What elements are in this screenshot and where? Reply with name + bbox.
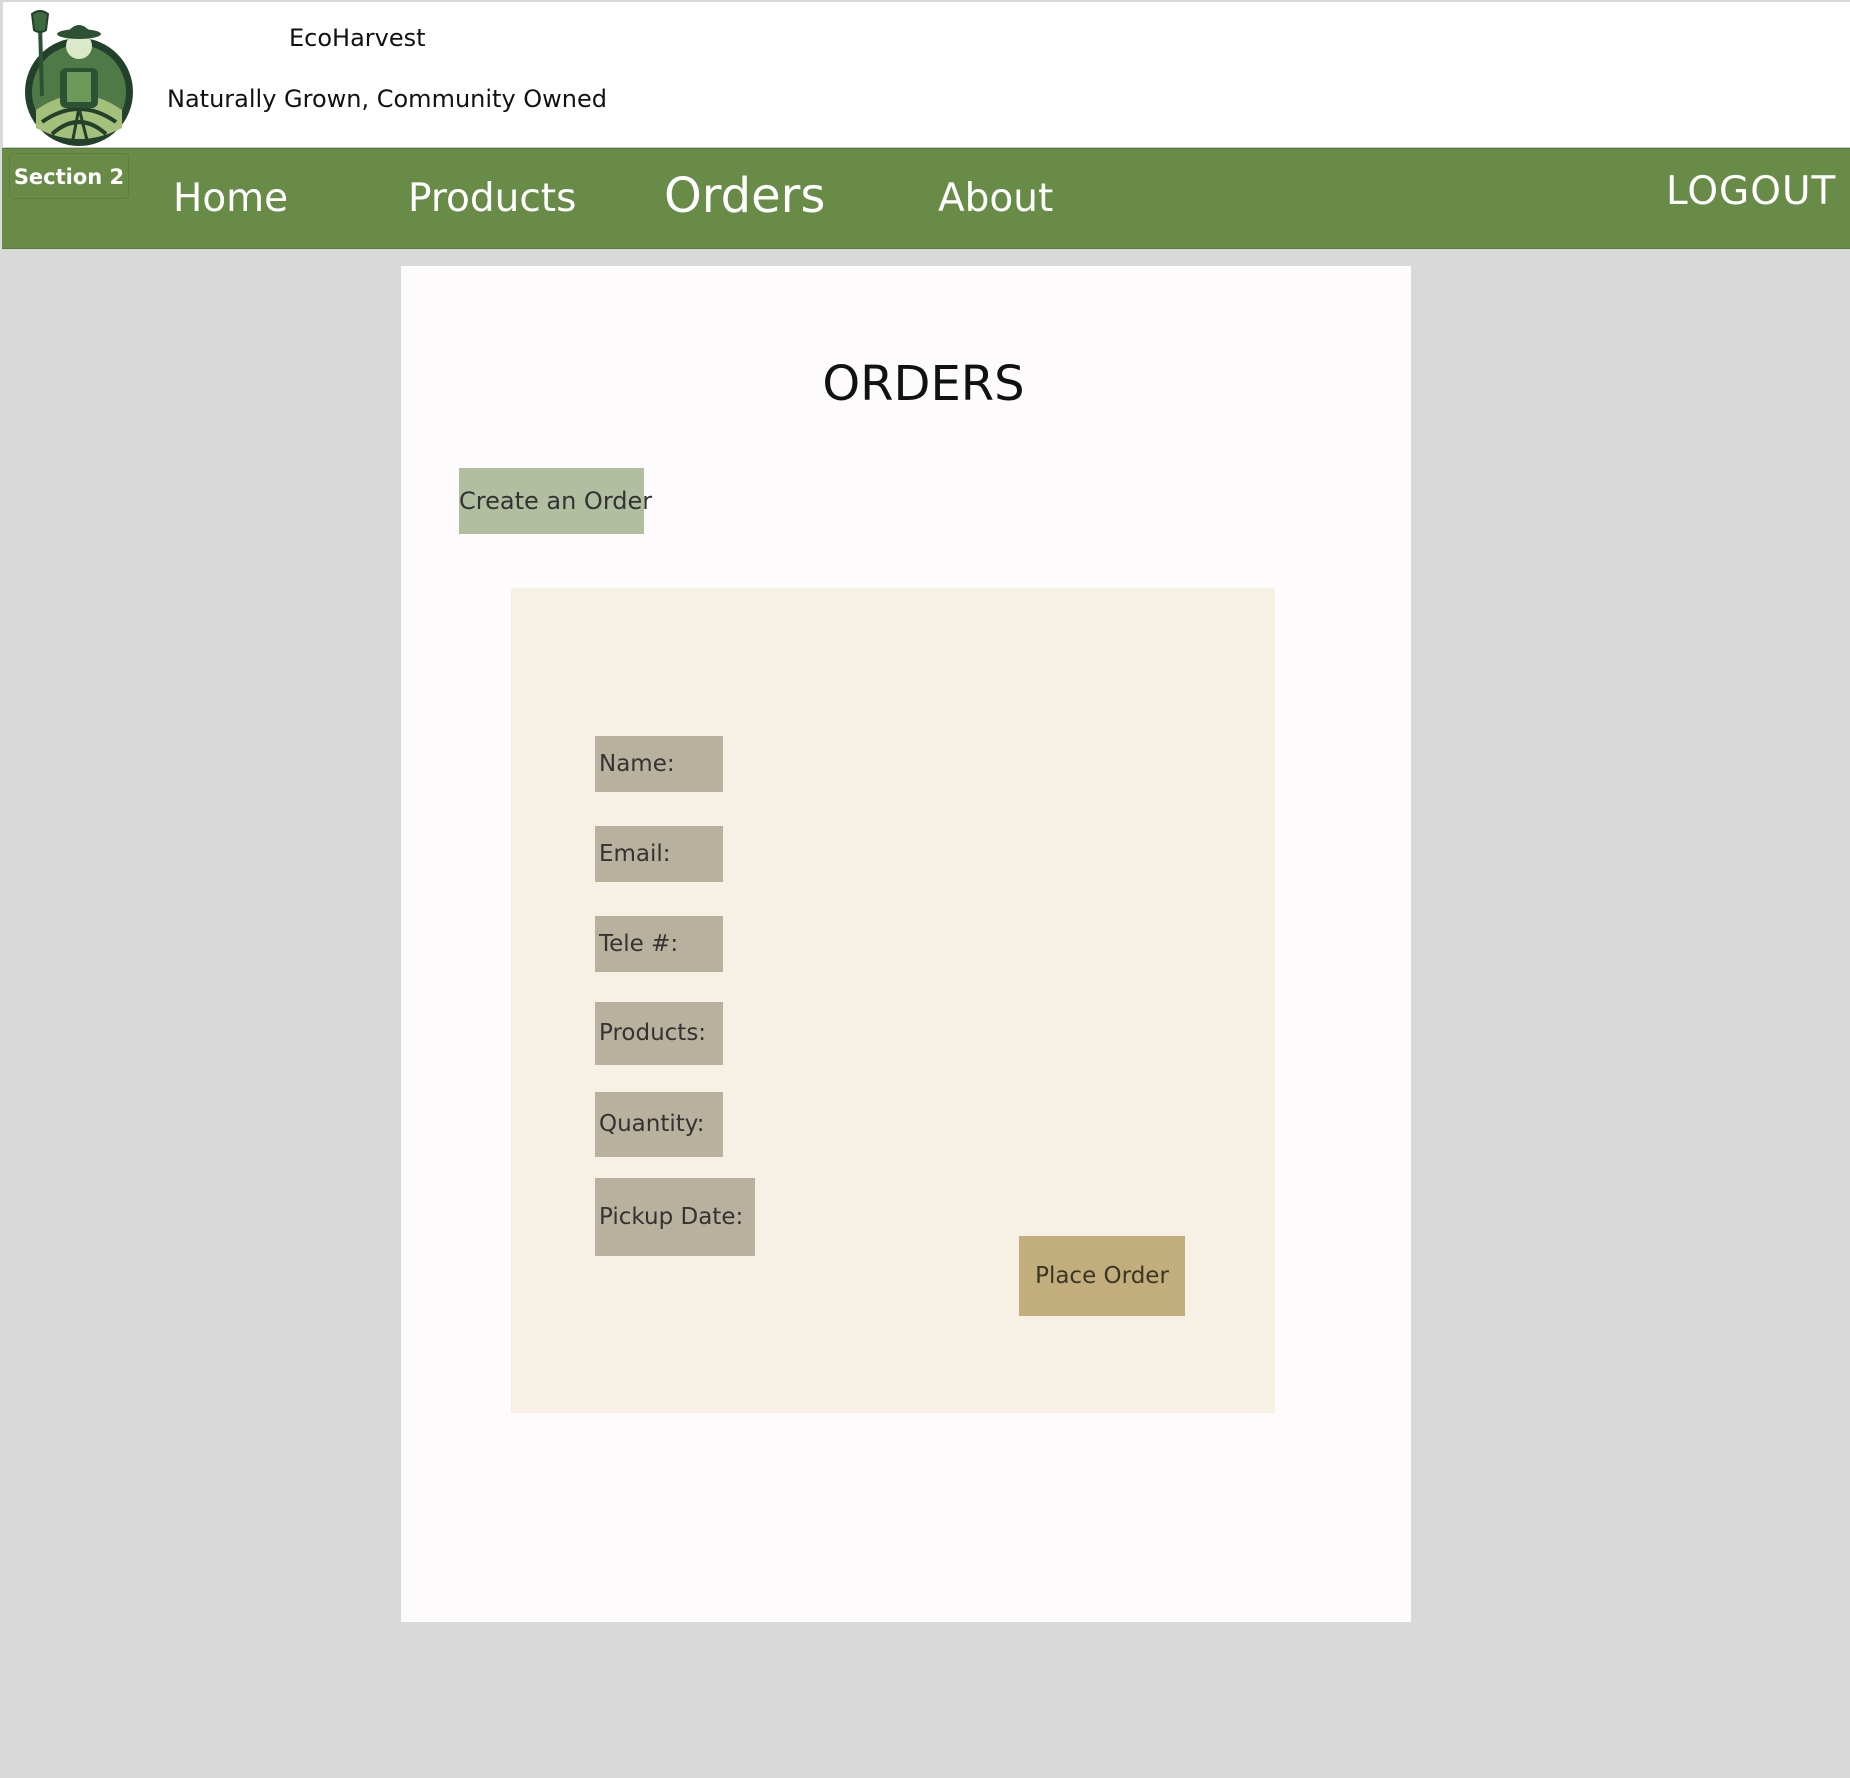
nav-item-orders[interactable]: Orders [664, 168, 825, 224]
place-order-button[interactable]: Place Order [1019, 1236, 1185, 1316]
telephone-field[interactable]: Tele #: [595, 916, 723, 972]
farmer-logo-icon [25, 10, 133, 146]
order-form: Name: Email: Tele #: Products: Quantity:… [511, 588, 1275, 1413]
nav-item-products[interactable]: Products [408, 176, 576, 221]
main-navbar: Section 2 Home Products Orders About LOG… [2, 148, 1850, 249]
email-field[interactable]: Email: [595, 826, 723, 882]
create-order-button[interactable]: Create an Order [459, 468, 652, 534]
orders-card: ORDERS Create an Order Name: Email: Tele… [401, 266, 1411, 1622]
page-title: ORDERS [822, 356, 1025, 412]
nav-item-home[interactable]: Home [173, 176, 288, 221]
name-field[interactable]: Name: [595, 736, 723, 792]
quantity-field[interactable]: Quantity: [595, 1092, 723, 1157]
site-header: EcoHarvest Naturally Grown, Community Ow… [3, 2, 1850, 148]
section-tag: Section 2 [9, 153, 129, 199]
pickup-date-field[interactable]: Pickup Date: [595, 1178, 755, 1256]
nav-item-about[interactable]: About [938, 176, 1053, 221]
products-field[interactable]: Products: [595, 1002, 723, 1065]
logout-link[interactable]: LOGOUT [1666, 169, 1836, 214]
brand-name: EcoHarvest [289, 24, 426, 52]
tagline: Naturally Grown, Community Owned [167, 85, 608, 113]
